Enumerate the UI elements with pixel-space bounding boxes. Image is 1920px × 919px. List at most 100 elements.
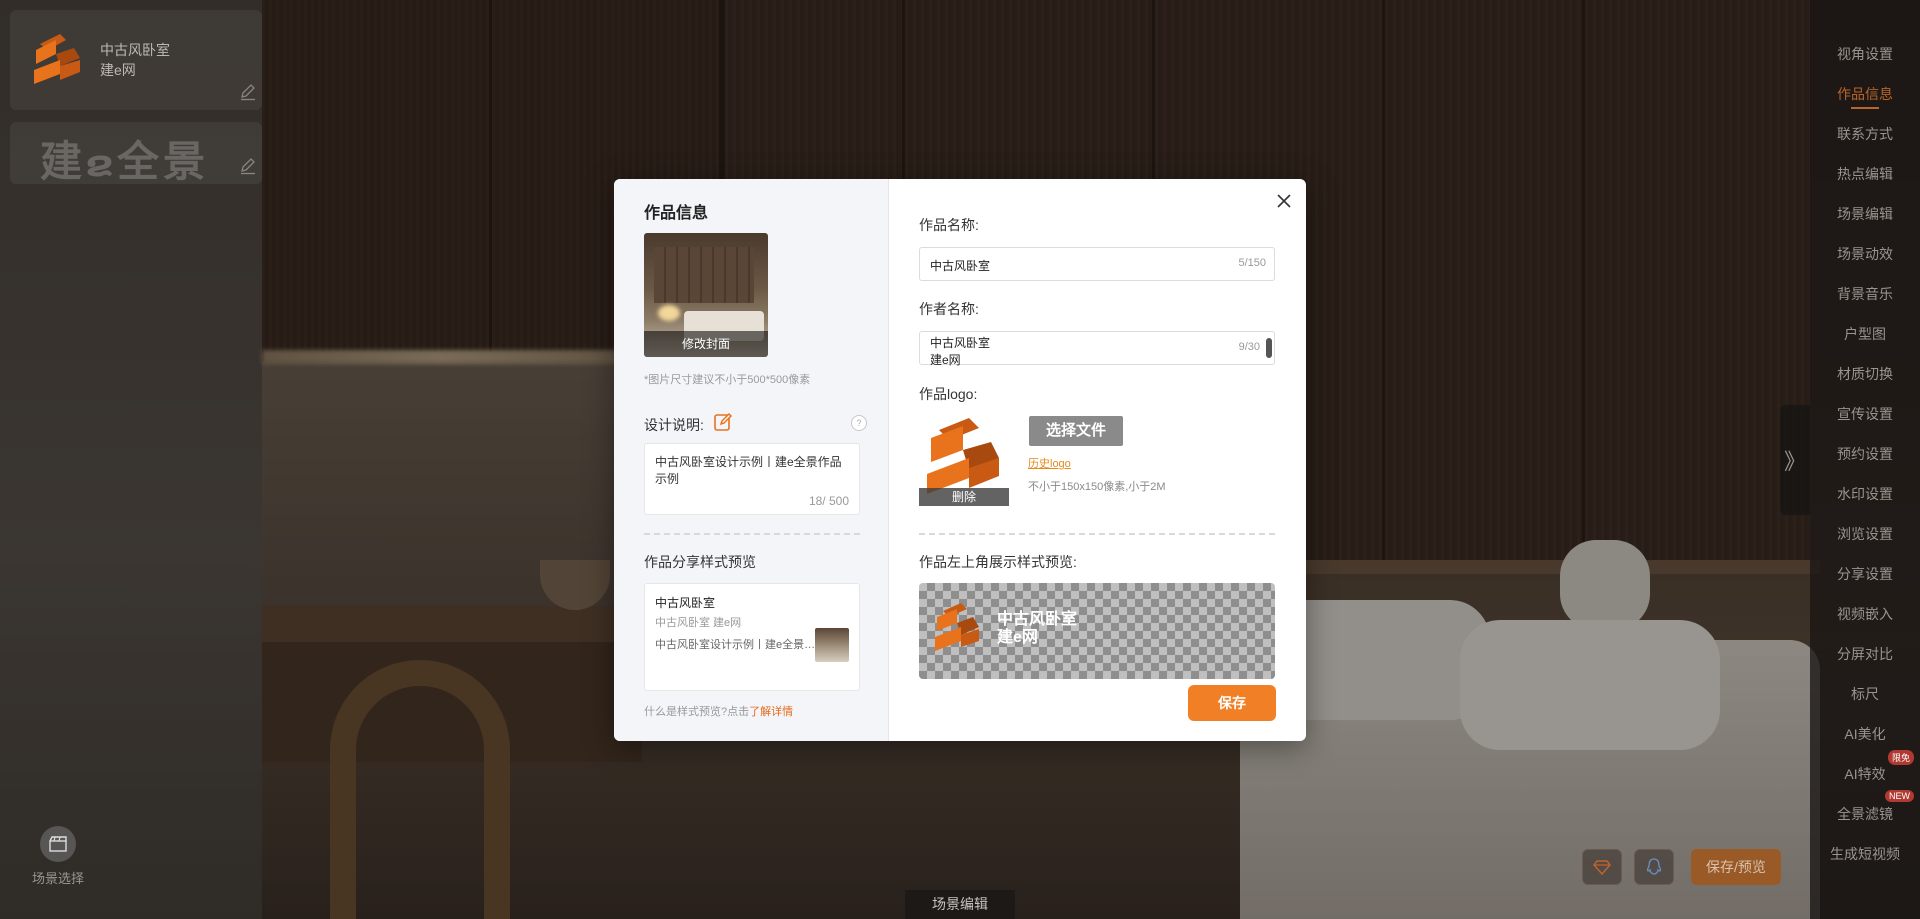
author-name-label: 作者名称: [919,301,979,317]
sidebar-item-floor-plan[interactable]: 户型图 [1810,324,1920,344]
dialog-title: 作品信息 [644,205,709,222]
sidebar-collapse-handle[interactable]: 》 [1780,405,1810,515]
sidebar-item-label: 户型图 [1844,326,1886,342]
sidebar-item-browse-settings[interactable]: 浏览设置 [1810,524,1920,544]
sidebar-item-label: 材质切换 [1837,366,1893,382]
delete-logo-button[interactable]: 删除 [919,488,1009,506]
sidebar-item-ai-effects[interactable]: AI特效 限免 [1810,750,1920,784]
watermark-text: 建 [40,137,87,186]
design-description-text: 中古风卧室设计示例丨建e全景作品示例 [655,455,842,486]
share-card-desc: 中古风卧室设计示例丨建e全景作品示例 [655,639,820,651]
cover-wall [654,247,754,303]
double-chevron-right-icon: 》 [1783,449,1806,474]
scene-select-button[interactable]: 场景选择 [28,826,88,887]
work-name-value: 中古风卧室 [930,259,991,273]
edit-watermark-button[interactable] [234,152,262,180]
pencil-icon [241,158,255,175]
free-badge: 限免 [1887,750,1914,765]
corner-preview-label: 作品左上角展示样式预览: [919,554,1077,570]
pencil-icon [241,84,255,101]
sidebar-item-bg-music[interactable]: 背景音乐 [1810,284,1920,304]
choose-file-button[interactable]: 选择文件 [1029,416,1123,446]
sidebar-item-hotspot-edit[interactable]: 热点编辑 [1810,164,1920,184]
diamond-button[interactable] [1582,849,1622,885]
edit-brand-button[interactable] [234,78,262,106]
sidebar-item-work-info[interactable]: 作品信息 [1810,84,1920,109]
design-description-textarea[interactable]: 中古风卧室设计示例丨建e全景作品示例 18/ 500 [644,443,860,515]
learn-more-link[interactable]: 了解详情 [749,706,793,718]
sidebar-item-contact[interactable]: 联系方式 [1810,124,1920,144]
sidebar-item-label: 场景动效 [1837,246,1893,262]
sidebar-item-label: 场景编辑 [1837,206,1893,222]
sidebar-item-label: AI美化 [1844,726,1886,742]
share-card-title: 中古风卧室 [655,596,716,610]
close-icon[interactable] [1274,191,1294,211]
work-name-count: 5/150 [1238,257,1266,269]
diamond-icon [1593,860,1611,875]
active-underline [1851,107,1879,109]
right-sidebar: 视角设置 作品信息 联系方式 热点编辑 场景编辑 场景动效 背景音乐 户型图 材… [1810,0,1920,919]
sidebar-item-label: 热点编辑 [1837,166,1893,182]
sidebar-item-label: 全景滤镜 [1837,806,1893,822]
help-icon[interactable]: ? [851,415,867,431]
divider [644,533,860,535]
work-name-label: 作品名称: [919,217,979,233]
sidebar-item-pano-filter[interactable]: 全景滤镜 NEW [1810,790,1920,824]
sidebar-item-share-settings[interactable]: 分享设置 [1810,564,1920,584]
sidebar-item-video-embed[interactable]: 视频嵌入 [1810,604,1920,624]
brand-logo-icon [935,603,979,651]
change-cover-button[interactable]: 修改封面 [644,331,768,357]
share-card-thumbnail [815,628,849,662]
author-name-textarea[interactable]: 中古风卧室 建e网 9/30 [919,331,1275,367]
sidebar-item-booking-settings[interactable]: 预约设置 [1810,444,1920,464]
sidebar-item-label: AI特效 [1844,766,1886,782]
history-logo-link[interactable]: 历史logo [1028,455,1071,471]
sidebar-item-label: 作品信息 [1837,86,1893,102]
sidebar-item-ai-beautify[interactable]: AI美化 [1810,724,1920,744]
sidebar-item-promo-settings[interactable]: 宣传设置 [1810,404,1920,424]
brand-card: 中古风卧室 建e网 [10,10,262,110]
cover-image[interactable]: 修改封面 [644,233,768,357]
brand-logo-icon [34,34,80,84]
learn-more-text: 什么是样式预览?点击了解详情 [644,703,793,719]
clapperboard-icon [49,836,67,852]
scene-select-label: 场景选择 [31,871,84,886]
sidebar-item-label: 分享设置 [1837,566,1893,582]
sidebar-item-label: 生成短视频 [1830,846,1900,862]
sidebar-item-label: 浏览设置 [1837,526,1893,542]
scene-edit-tab[interactable]: 场景编辑 [905,890,1015,919]
sidebar-item-label: 背景音乐 [1837,286,1893,302]
sidebar-item-label: 水印设置 [1837,486,1893,502]
sidebar-item-watermark-settings[interactable]: 水印设置 [1810,484,1920,504]
brand-subtitle: 建e网 [100,62,136,78]
watermark-card: 建ຂ全景 [10,122,262,186]
watermark-logo: 建ຂ全景 [40,128,209,189]
new-badge: NEW [1885,790,1914,802]
save-button[interactable]: 保存 [1188,685,1276,721]
edit-note-icon[interactable] [713,412,733,432]
dialog-right-panel: 作品名称: 中古风卧室 5/150 作者名称: 中古风卧室 建e网 9/30 作品… [889,179,1306,741]
share-preview-label: 作品分享样式预览 [644,554,756,570]
sidebar-item-label: 标尺 [1851,686,1879,702]
sidebar-item-short-video[interactable]: 生成短视频 [1810,844,1920,864]
sidebar-item-split-compare[interactable]: 分屏对比 [1810,644,1920,664]
corner-preview-text: 中古风卧室 建e网 [997,611,1077,647]
dialog-left-panel: 作品信息 修改封面 *图片尺寸建议不小于500*500像素 设计说明: ? 中古… [614,179,889,741]
textarea-scrollbar[interactable] [1266,338,1272,358]
corner-preview-subtitle: 建e网 [997,629,1038,646]
save-preview-button[interactable]: 保存/预览 [1691,849,1781,885]
sidebar-item-label: 联系方式 [1837,126,1893,142]
share-card-author: 中古风卧室 建e网 [655,617,742,629]
work-name-input[interactable]: 中古风卧室 5/150 [919,247,1275,281]
sidebar-item-label: 宣传设置 [1837,406,1893,422]
sidebar-item-material-switch[interactable]: 材质切换 [1810,364,1920,384]
support-button[interactable] [1634,849,1674,885]
sidebar-item-scene-edit[interactable]: 场景编辑 [1810,204,1920,224]
learn-prefix: 什么是样式预览?点击 [644,706,750,718]
sidebar-item-scene-effects[interactable]: 场景动效 [1810,244,1920,264]
corner-preview-box: 中古风卧室 建e网 [919,583,1275,679]
sidebar-item-label: 视角设置 [1837,46,1893,62]
scene-select-circle [40,826,76,862]
sidebar-item-view-settings[interactable]: 视角设置 [1810,44,1920,64]
sidebar-item-ruler[interactable]: 标尺 [1810,684,1920,704]
